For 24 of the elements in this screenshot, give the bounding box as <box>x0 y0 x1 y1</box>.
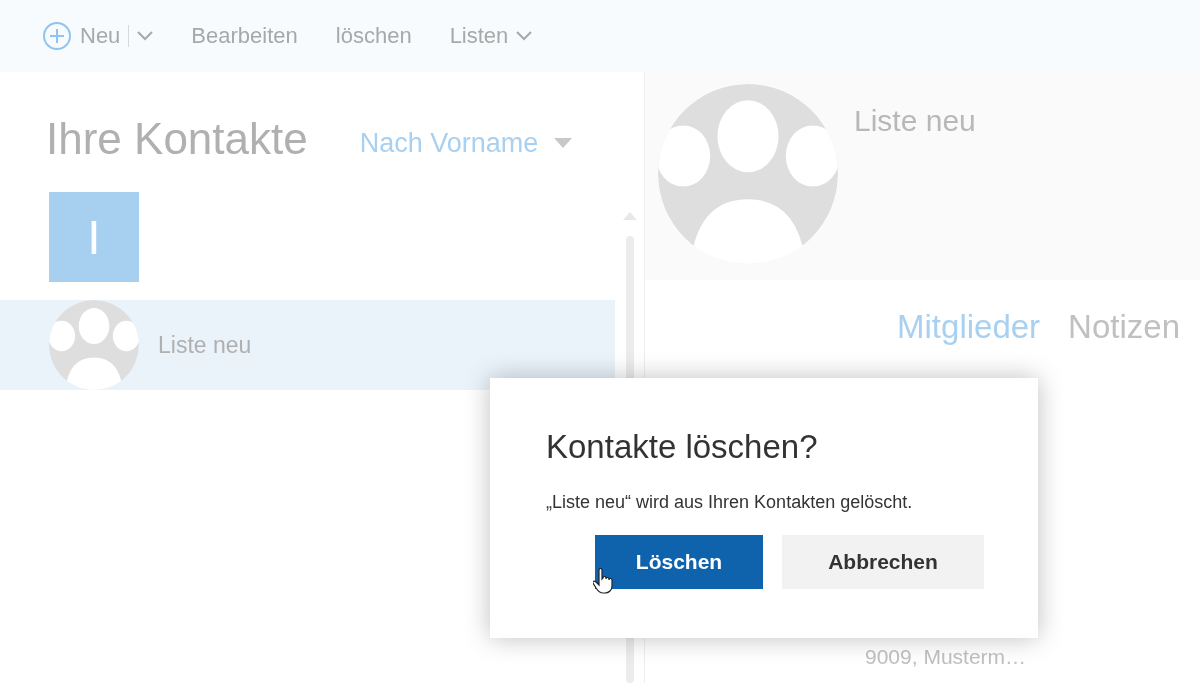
sort-dropdown[interactable]: Nach Vorname <box>359 127 573 159</box>
delete-button[interactable]: Löschen <box>595 535 763 589</box>
detail-name: Liste neu <box>854 104 976 139</box>
group-avatar-icon <box>658 84 838 264</box>
contacts-title: Ihre Kontakte <box>46 114 308 164</box>
toolbar-button[interactable]: löschen <box>335 23 412 49</box>
dialog-message: „Liste neu“ wird aus Ihren Kontakten gelöscht. <box>546 492 914 513</box>
hand-cursor-icon <box>593 568 613 594</box>
lists-menu[interactable]: Listen <box>449 23 533 49</box>
tab[interactable]: Notizen <box>1068 308 1180 346</box>
contact-row[interactable]: Liste neu <box>0 300 615 390</box>
cancel-button[interactable]: Abbrechen <box>782 535 984 589</box>
toolbar-button[interactable]: Bearbeiten <box>191 23 298 49</box>
group-avatar-icon <box>49 300 139 390</box>
letter-tile[interactable]: I <box>49 192 139 282</box>
plus-circle-icon[interactable] <box>42 21 72 51</box>
chevron-down-icon <box>516 31 533 41</box>
chevron-down-icon[interactable] <box>137 31 154 41</box>
dialog-title: Kontakte löschen? <box>546 428 819 466</box>
new-button[interactable]: Neu <box>80 23 121 49</box>
contact-name: Liste neu <box>158 331 252 359</box>
caret-icon <box>554 138 573 148</box>
address-text: 9009, Musterm… <box>865 645 1028 669</box>
tab[interactable]: Mitglieder <box>897 308 1041 346</box>
